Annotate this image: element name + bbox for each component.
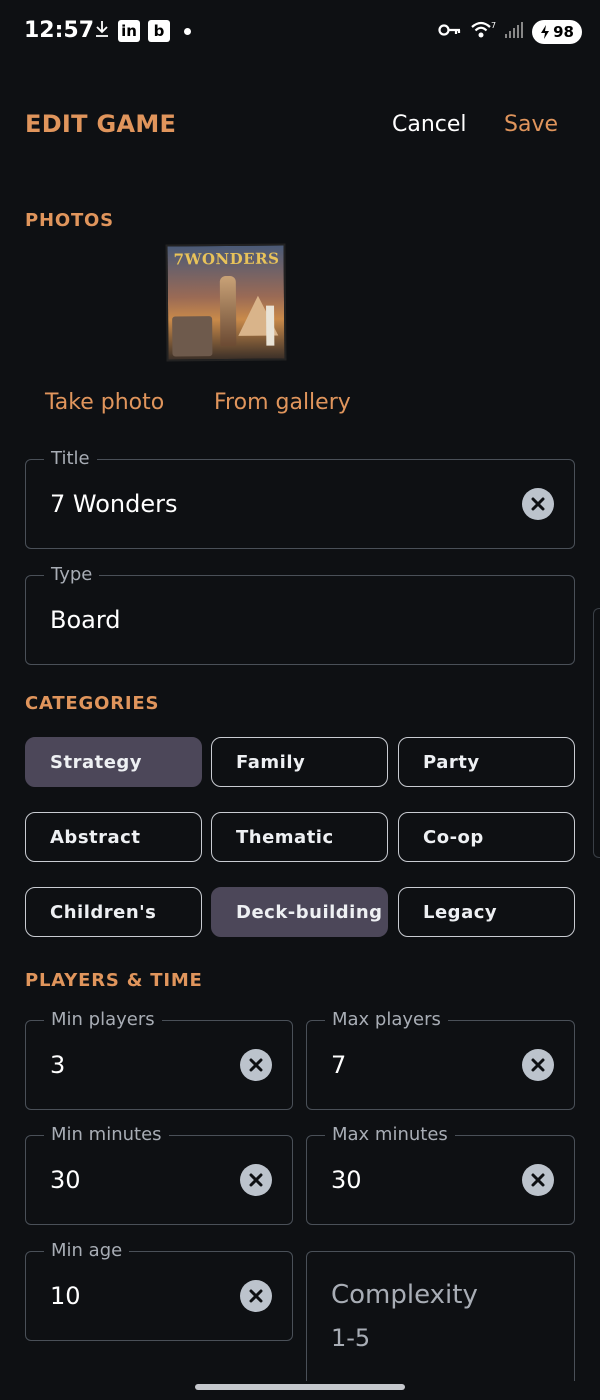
- categories-section-label: CATEGORIES: [25, 693, 160, 714]
- signal-icon: [504, 21, 524, 43]
- min-players-value[interactable]: 3: [50, 1051, 65, 1079]
- vpn-key-icon: [438, 22, 462, 42]
- type-field-value[interactable]: Board: [50, 606, 121, 634]
- status-notification-icons: in b: [94, 20, 191, 42]
- complexity-placeholder: 1-5: [331, 1324, 371, 1352]
- chip-thematic[interactable]: Thematic: [211, 812, 388, 862]
- clear-max-minutes-icon[interactable]: [522, 1164, 554, 1196]
- chip-co-op[interactable]: Co-op: [398, 812, 575, 862]
- save-button[interactable]: Save: [504, 112, 558, 137]
- battery-level: 98: [553, 23, 574, 41]
- download-icon: [94, 20, 110, 42]
- title-field-label: Title: [44, 448, 97, 469]
- clear-title-icon[interactable]: [522, 488, 554, 520]
- type-field-label: Type: [44, 564, 100, 585]
- clear-min-age-icon[interactable]: [240, 1280, 272, 1312]
- clear-min-minutes-icon[interactable]: [240, 1164, 272, 1196]
- min-minutes-value[interactable]: 30: [50, 1166, 81, 1194]
- page-title: EDIT GAME: [25, 110, 177, 138]
- min-age-field[interactable]: Min age 10: [25, 1240, 293, 1341]
- photos-section-label: PHOTOS: [25, 210, 114, 231]
- wifi-icon: 7: [470, 20, 496, 44]
- photo-colossus: [219, 275, 237, 347]
- side-scroll-edge: [593, 608, 600, 858]
- chip-party[interactable]: Party: [398, 737, 575, 787]
- players-time-section-label: PLAYERS & TIME: [25, 970, 203, 991]
- chip-strategy[interactable]: Strategy: [25, 737, 202, 787]
- status-system-icons: 7 98: [438, 20, 582, 44]
- chip-abstract[interactable]: Abstract: [25, 812, 202, 862]
- chip-legacy[interactable]: Legacy: [398, 887, 575, 937]
- min-players-field[interactable]: Min players 3: [25, 1009, 293, 1110]
- home-indicator[interactable]: [195, 1384, 405, 1390]
- max-players-value[interactable]: 7: [331, 1051, 346, 1079]
- status-time: 12:57: [24, 18, 95, 43]
- max-players-label: Max players: [325, 1009, 448, 1030]
- complexity-label: Complexity: [331, 1280, 478, 1310]
- type-field[interactable]: Type Board: [25, 564, 575, 665]
- complexity-field[interactable]: Complexity 1-5: [306, 1251, 575, 1381]
- max-minutes-label: Max minutes: [325, 1124, 455, 1145]
- cancel-button[interactable]: Cancel: [392, 112, 467, 137]
- take-photo-button[interactable]: Take photo: [45, 390, 164, 415]
- max-minutes-field[interactable]: Max minutes 30: [306, 1124, 575, 1225]
- from-gallery-button[interactable]: From gallery: [214, 390, 351, 415]
- svg-text:7: 7: [491, 21, 496, 30]
- clear-max-players-icon[interactable]: [522, 1049, 554, 1081]
- title-field[interactable]: Title 7 Wonders: [25, 448, 575, 549]
- min-age-value[interactable]: 10: [50, 1282, 81, 1310]
- photo-logo: 7WONDERS: [173, 249, 280, 269]
- title-field-value[interactable]: 7 Wonders: [50, 490, 178, 518]
- min-players-label: Min players: [44, 1009, 162, 1030]
- photo-city: [172, 316, 213, 357]
- min-age-label: Min age: [44, 1240, 130, 1261]
- photo-lighthouse: [266, 305, 275, 346]
- b-app-icon: b: [148, 20, 170, 42]
- min-minutes-label: Min minutes: [44, 1124, 169, 1145]
- chip-childrens[interactable]: Children's: [25, 887, 202, 937]
- game-photo[interactable]: 7WONDERS: [165, 243, 287, 362]
- linkedin-icon: in: [118, 20, 140, 42]
- chip-family[interactable]: Family: [211, 737, 388, 787]
- dot-icon: [184, 27, 191, 35]
- min-minutes-field[interactable]: Min minutes 30: [25, 1124, 293, 1225]
- clear-min-players-icon[interactable]: [240, 1049, 272, 1081]
- max-minutes-value[interactable]: 30: [331, 1166, 362, 1194]
- battery-icon: 98: [532, 20, 582, 44]
- max-players-field[interactable]: Max players 7: [306, 1009, 575, 1110]
- chip-deck-building[interactable]: Deck-building: [211, 887, 388, 937]
